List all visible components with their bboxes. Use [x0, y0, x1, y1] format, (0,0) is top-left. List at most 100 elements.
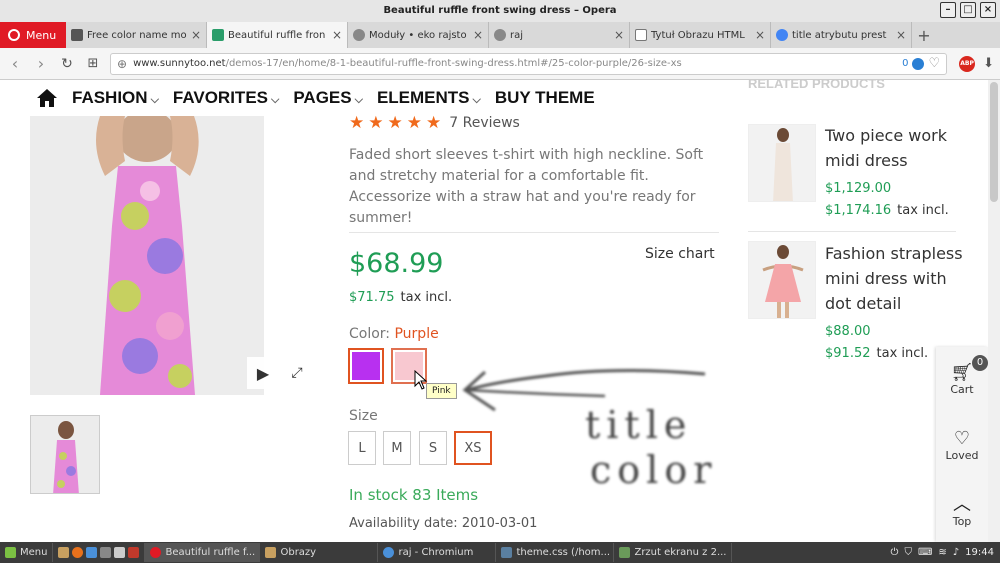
browser-tab[interactable]: raj × — [489, 22, 630, 48]
price-tax-row: $71.75 tax incl. — [349, 290, 452, 305]
product-main-image[interactable]: ▶ ⤢ — [30, 116, 264, 395]
related-product-price: $1,129.00 — [825, 181, 892, 196]
terminal-icon[interactable] — [114, 547, 126, 558]
related-product-title[interactable]: Fashion strapless mini dress with dot de… — [825, 241, 975, 316]
taskbar-window[interactable]: Obrazy — [260, 543, 379, 562]
related-product-image[interactable] — [748, 124, 816, 202]
site-info-icon[interactable]: ⊕ — [117, 57, 127, 71]
rating: ★ ★ ★ ★ ★ 7 Reviews — [349, 113, 520, 133]
page-scrollbar[interactable] — [988, 80, 1000, 542]
nav-item-fashion[interactable]: FASHION ⌵ — [72, 88, 159, 108]
color-label: Color: Purple — [349, 326, 439, 342]
loved-button[interactable]: ♡ Loved — [936, 428, 988, 463]
taskbar-window[interactable]: theme.css (/hom... — [496, 543, 615, 562]
favicon-icon — [71, 29, 83, 41]
chevron-down-icon: ⌵ — [472, 94, 481, 106]
minimize-icon[interactable]: – — [940, 2, 956, 18]
tab-close-icon[interactable]: × — [614, 28, 624, 42]
tab-close-icon[interactable]: × — [896, 28, 906, 42]
power-icon[interactable]: ⏻ — [891, 547, 899, 558]
file-manager-icon[interactable] — [58, 547, 70, 558]
color-swatch-purple[interactable] — [348, 348, 384, 384]
size-label: Size — [349, 408, 378, 424]
reviews-link[interactable]: 7 Reviews — [449, 115, 520, 131]
scrollbar-thumb[interactable] — [990, 82, 998, 202]
window-title: Beautiful ruffle front swing dress – Ope… — [383, 5, 617, 16]
divider — [748, 231, 956, 232]
start-menu-button[interactable]: Menu — [0, 543, 54, 562]
browser-tab[interactable]: title atrybutu prest × — [771, 22, 912, 48]
chevron-up-icon: ︿ — [953, 494, 971, 515]
wifi-icon[interactable]: ≋ — [938, 547, 946, 558]
nav-item-pages[interactable]: PAGES ⌵ — [293, 88, 363, 108]
editor-icon — [501, 547, 513, 558]
chevron-down-icon: ⌵ — [354, 94, 363, 106]
product-thumbnail[interactable] — [30, 415, 100, 494]
related-products-heading: RELATED PRODUCTS — [748, 80, 885, 91]
star-icon: ★ — [406, 113, 422, 133]
opera-menu-button[interactable]: Menu — [0, 22, 66, 48]
url-domain: www.sunnytoo.net — [133, 58, 226, 69]
size-option-m[interactable]: M — [383, 431, 411, 465]
product-price: $68.99 — [349, 248, 444, 279]
size-option-s[interactable]: S — [419, 431, 447, 465]
adblock-shield-icon[interactable] — [912, 57, 925, 70]
tab-close-icon[interactable]: × — [755, 28, 765, 42]
chevron-down-icon: ⌵ — [271, 94, 280, 106]
taskbar-window[interactable]: Zrzut ekranu z 2... — [614, 543, 733, 562]
taskbar-window[interactable]: Beautiful ruffle f... — [145, 543, 261, 562]
os-taskbar: Menu Beautiful ruffle f... Obrazy raj - … — [0, 542, 1000, 563]
home-icon[interactable] — [36, 88, 58, 108]
system-tray: ⏻ ⛉ ⌨ ≋ ♪ 19:44 — [891, 547, 1000, 558]
back-to-top-button[interactable]: ︿ Top — [936, 494, 988, 529]
expand-button[interactable]: ⤢ — [281, 357, 313, 389]
size-option-l[interactable]: L — [348, 431, 376, 465]
tab-title: Tytuł Obrazu HTML — [651, 29, 745, 41]
keyboard-icon[interactable]: ⌨ — [918, 547, 932, 558]
address-bar[interactable]: ⊕ www.sunnytoo.net/demos-17/en/home/8-1-… — [110, 52, 948, 75]
folder-icon[interactable] — [100, 547, 112, 558]
availability-date: Availability date: 2010-03-01 — [349, 516, 538, 531]
chevron-down-icon: ⌵ — [150, 94, 159, 106]
tab-close-icon[interactable]: × — [191, 28, 201, 42]
chromium-icon[interactable] — [86, 547, 98, 558]
shield-icon[interactable]: ⛉ — [904, 547, 912, 558]
related-photo — [773, 128, 793, 201]
nav-item-elements[interactable]: ELEMENTS ⌵ — [377, 88, 481, 108]
volume-icon[interactable]: ♪ — [953, 547, 959, 558]
forward-icon[interactable]: › — [32, 54, 50, 73]
nav-item-favorites[interactable]: FAVORITES ⌵ — [173, 88, 279, 108]
heart-icon: ♡ — [953, 428, 971, 449]
related-product-title[interactable]: Two piece work midi dress — [825, 123, 975, 173]
maximize-icon[interactable]: □ — [960, 2, 976, 18]
download-icon[interactable]: ⬇ — [983, 56, 994, 71]
quick-launch — [53, 543, 146, 562]
taskbar-window[interactable]: raj - Chromium — [378, 543, 497, 562]
color-tooltip: Pink — [426, 383, 457, 399]
tab-close-icon[interactable]: × — [473, 28, 483, 42]
browser-tab-active[interactable]: Beautiful ruffle fron × — [207, 22, 348, 48]
browser-tab[interactable]: Moduły • eko rajsto × — [348, 22, 489, 48]
clock[interactable]: 19:44 — [965, 547, 994, 558]
reload-icon[interactable]: ↻ — [58, 56, 76, 72]
related-product-price: $88.00 — [825, 324, 871, 339]
firefox-icon[interactable] — [72, 547, 84, 558]
cart-label: Cart — [950, 383, 974, 396]
nav-item-buy-theme[interactable]: BUY THEME — [495, 88, 595, 108]
abp-extension-icon[interactable]: ABP — [959, 55, 976, 72]
back-icon[interactable]: ‹ — [6, 54, 24, 73]
filezilla-icon[interactable] — [128, 547, 140, 558]
tab-close-icon[interactable]: × — [332, 28, 342, 42]
heart-bookmark-icon[interactable]: ♡ — [928, 56, 940, 71]
play-button[interactable]: ▶ — [247, 357, 279, 389]
close-icon[interactable]: × — [980, 2, 996, 18]
speed-dial-icon[interactable]: ⊞ — [84, 56, 102, 71]
tab-title: Moduły • eko rajsto — [369, 29, 467, 41]
product-description: Faded short sleeves t-shirt with high ne… — [349, 147, 704, 226]
browser-tab[interactable]: Tytuł Obrazu HTML × — [630, 22, 771, 48]
related-product-image[interactable] — [748, 241, 816, 319]
size-chart-link[interactable]: Size chart — [645, 246, 715, 262]
new-tab-button[interactable]: + — [912, 22, 936, 48]
browser-tab[interactable]: Free color name mo × — [66, 22, 207, 48]
divider — [349, 232, 719, 233]
